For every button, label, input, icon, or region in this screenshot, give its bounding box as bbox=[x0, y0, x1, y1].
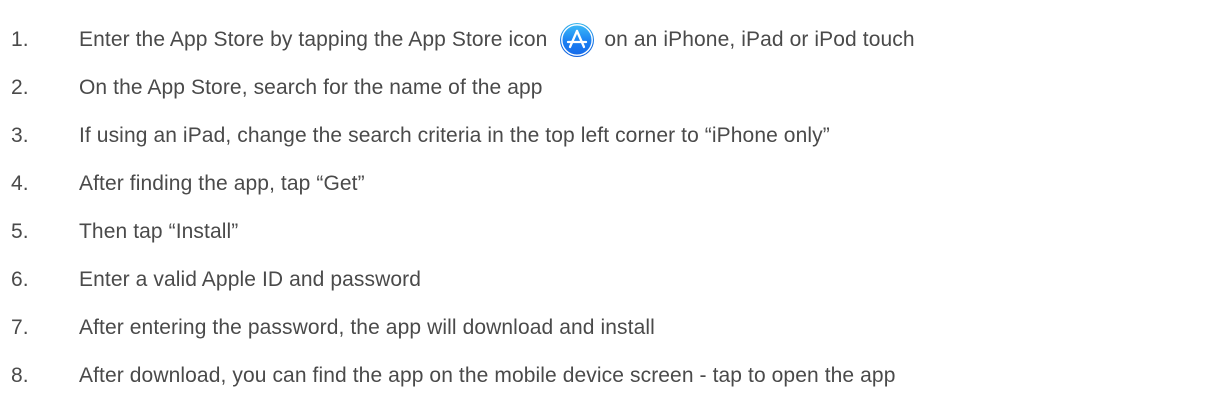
step-text: Then tap “Install” bbox=[79, 220, 239, 243]
step-text: If using an iPad, change the search crit… bbox=[79, 124, 830, 147]
step-text: After finding the app, tap “Get” bbox=[79, 172, 365, 195]
step-number: 7. bbox=[11, 316, 29, 339]
step-number: 5. bbox=[11, 220, 29, 243]
step-2: 2. On the App Store, search for the name… bbox=[0, 68, 1222, 108]
step-8: 8. After download, you can find the app … bbox=[0, 356, 1222, 396]
app-store-icon bbox=[560, 23, 595, 57]
step-number: 4. bbox=[11, 172, 29, 195]
step-4: 4. After finding the app, tap “Get” bbox=[0, 164, 1222, 204]
step-text: After download, you can find the app on … bbox=[79, 364, 896, 387]
step-1: 1. Enter the App Store by tapping the Ap… bbox=[0, 20, 1222, 60]
step-text: After entering the password, the app wil… bbox=[79, 316, 655, 339]
step-number: 8. bbox=[11, 364, 29, 387]
step-text: Enter the App Store by tapping the App S… bbox=[79, 23, 915, 57]
step-6: 6. Enter a valid Apple ID and password bbox=[0, 260, 1222, 300]
step-number: 1. bbox=[11, 28, 29, 51]
step-number: 6. bbox=[11, 268, 29, 291]
step-text: Enter a valid Apple ID and password bbox=[79, 268, 422, 291]
step-number: 3. bbox=[11, 124, 29, 147]
step-text-after-icon: on an iPhone, iPad or iPod touch bbox=[604, 28, 915, 51]
step-7: 7. After entering the password, the app … bbox=[0, 308, 1222, 348]
step-text-before-icon: Enter the App Store by tapping the App S… bbox=[79, 28, 548, 51]
step-5: 5. Then tap “Install” bbox=[0, 212, 1222, 252]
step-text: On the App Store, search for the name of… bbox=[79, 76, 543, 99]
step-3: 3. If using an iPad, change the search c… bbox=[0, 116, 1222, 156]
step-number: 2. bbox=[11, 76, 29, 99]
